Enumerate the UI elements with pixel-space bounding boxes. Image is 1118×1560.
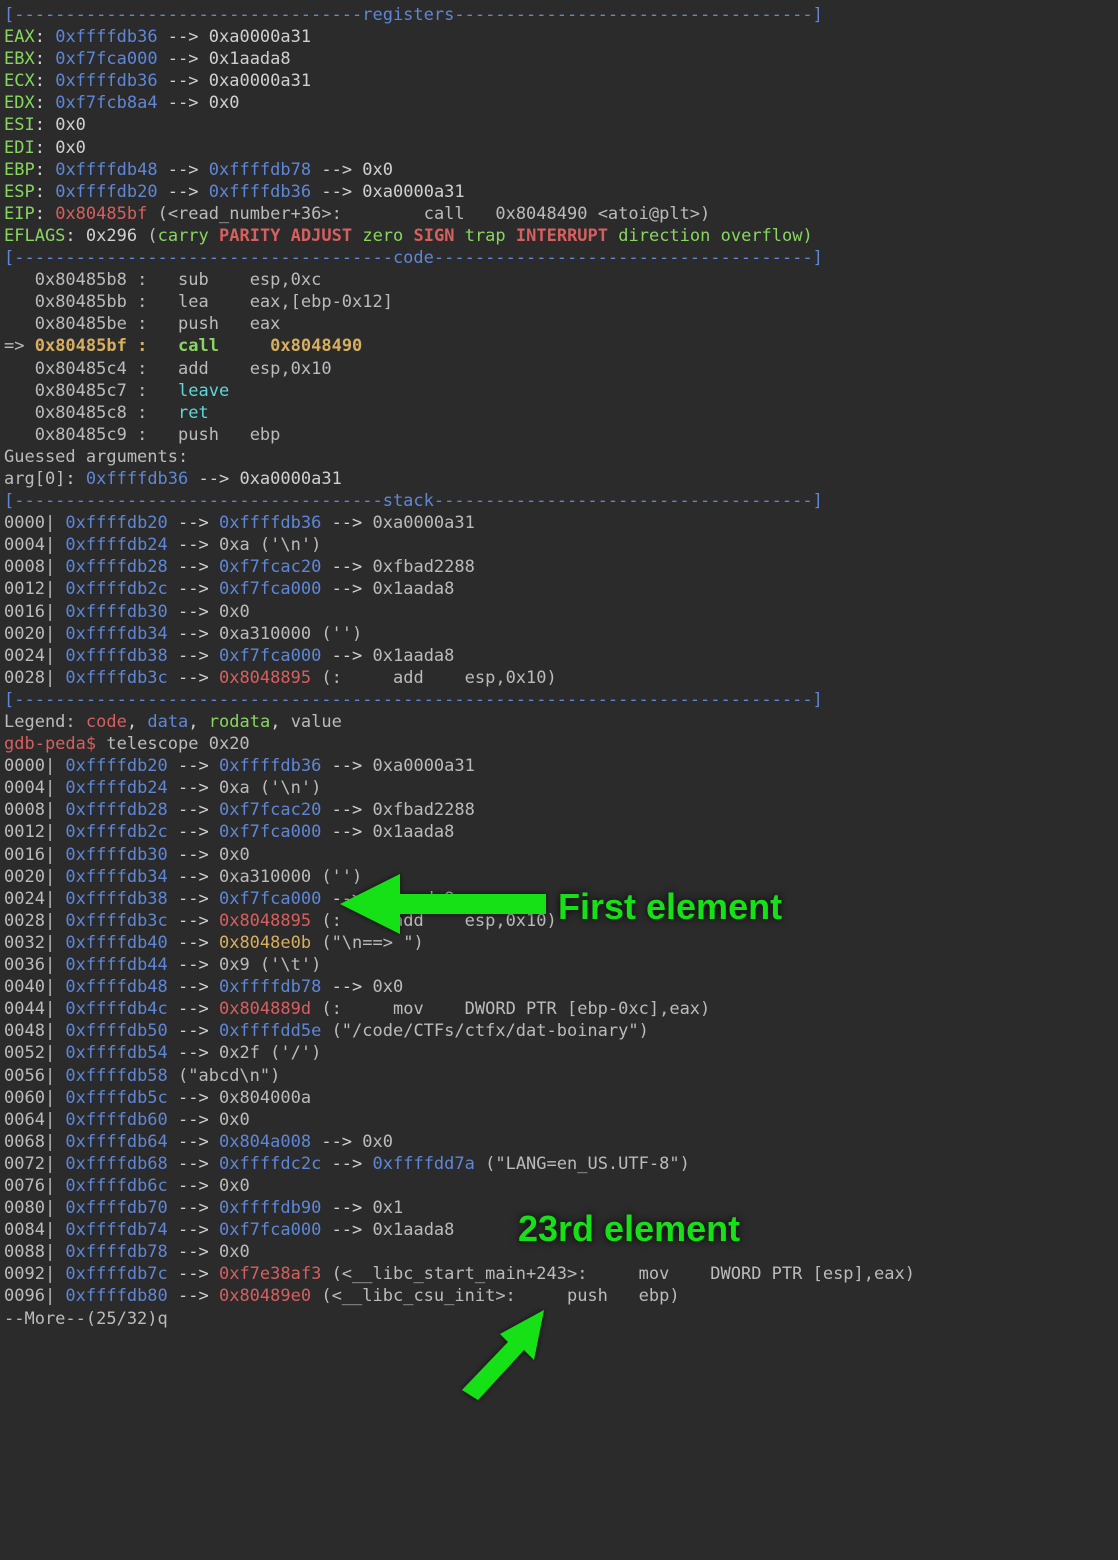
- stack-line: 0016| 0xffffdb30 --> 0x0: [4, 844, 1118, 866]
- label-first-element: First element: [558, 884, 782, 931]
- code-line: 0x80485c4 : add esp,0x10: [4, 358, 1118, 380]
- code-line: 0x80485c9 : push ebp: [4, 424, 1118, 446]
- stack-line: 0012| 0xffffdb2c --> 0xf7fca000 --> 0x1a…: [4, 821, 1118, 843]
- stack-line: 0036| 0xffffdb44 --> 0x9 ('\t'): [4, 954, 1118, 976]
- section-header-stack: [------------------------------------sta…: [4, 490, 1118, 512]
- code-line: => 0x80485bf : call 0x8048490: [4, 335, 1118, 357]
- stack-line: 0064| 0xffffdb60 --> 0x0: [4, 1109, 1118, 1131]
- label-23rd-element: 23rd element: [518, 1206, 740, 1253]
- code-line: 0x80485c7 : leave: [4, 380, 1118, 402]
- code-line: 0x80485b8 : sub esp,0xc: [4, 269, 1118, 291]
- stack-line: 0008| 0xffffdb28 --> 0xf7fcac20 --> 0xfb…: [4, 556, 1118, 578]
- stack-line: 0024| 0xffffdb38 --> 0xf7fca000 --> 0x1a…: [4, 645, 1118, 667]
- section-header-registers: [----------------------------------regis…: [4, 4, 1118, 26]
- stack-line: 0048| 0xffffdb50 --> 0xffffdd5e ("/code/…: [4, 1020, 1118, 1042]
- reg-ebx: EBX: 0xf7fca000 --> 0x1aada8: [4, 48, 1118, 70]
- reg-edx: EDX: 0xf7fcb8a4 --> 0x0: [4, 92, 1118, 114]
- legend-line: Legend: code, data, rodata, value: [4, 711, 1118, 733]
- more-pager[interactable]: --More--(25/32)q: [4, 1308, 1118, 1330]
- stack-line: 0000| 0xffffdb20 --> 0xffffdb36 --> 0xa0…: [4, 512, 1118, 534]
- gdb-prompt[interactable]: gdb-peda$ telescope 0x20: [4, 733, 1118, 755]
- stack-line: 0032| 0xffffdb40 --> 0x8048e0b ("\n==> "…: [4, 932, 1118, 954]
- stack-line: 0008| 0xffffdb28 --> 0xf7fcac20 --> 0xfb…: [4, 799, 1118, 821]
- reg-edi: EDI: 0x0: [4, 137, 1118, 159]
- code-line: 0x80485be : push eax: [4, 313, 1118, 335]
- stack-line: 0020| 0xffffdb34 --> 0xa310000 (''): [4, 623, 1118, 645]
- code-line: 0x80485c8 : ret: [4, 402, 1118, 424]
- section-footer: [---------------------------------------…: [4, 689, 1118, 711]
- stack-line: 0004| 0xffffdb24 --> 0xa ('\n'): [4, 534, 1118, 556]
- code-line: 0x80485bb : lea eax,[ebp-0x12]: [4, 291, 1118, 313]
- stack-line: 0000| 0xffffdb20 --> 0xffffdb36 --> 0xa0…: [4, 755, 1118, 777]
- reg-ebp: EBP: 0xffffdb48 --> 0xffffdb78 --> 0x0: [4, 159, 1118, 181]
- reg-ecx: ECX: 0xffffdb36 --> 0xa0000a31: [4, 70, 1118, 92]
- stack-line: 0092| 0xffffdb7c --> 0xf7e38af3 (<__libc…: [4, 1263, 1118, 1285]
- stack-line: 0056| 0xffffdb58 ("abcd\n"): [4, 1065, 1118, 1087]
- stack-line: 0016| 0xffffdb30 --> 0x0: [4, 601, 1118, 623]
- section-header-code: [-------------------------------------co…: [4, 247, 1118, 269]
- reg-eax: EAX: 0xffffdb36 --> 0xa0000a31: [4, 26, 1118, 48]
- stack-line: 0060| 0xffffdb5c --> 0x804000a: [4, 1087, 1118, 1109]
- reg-eip: EIP: 0x80485bf (<read_number+36>: call 0…: [4, 203, 1118, 225]
- stack-line: 0068| 0xffffdb64 --> 0x804a008 --> 0x0: [4, 1131, 1118, 1153]
- reg-esp: ESP: 0xffffdb20 --> 0xffffdb36 --> 0xa00…: [4, 181, 1118, 203]
- stack-line: 0044| 0xffffdb4c --> 0x804889d (: mov DW…: [4, 998, 1118, 1020]
- stack-line: 0012| 0xffffdb2c --> 0xf7fca000 --> 0x1a…: [4, 578, 1118, 600]
- stack-line: 0076| 0xffffdb6c --> 0x0: [4, 1175, 1118, 1197]
- stack-line: 0096| 0xffffdb80 --> 0x80489e0 (<__libc_…: [4, 1285, 1118, 1307]
- stack-line: 0072| 0xffffdb68 --> 0xffffdc2c --> 0xff…: [4, 1153, 1118, 1175]
- stack-line: 0028| 0xffffdb3c --> 0x8048895 (: add es…: [4, 667, 1118, 689]
- stack-line: 0052| 0xffffdb54 --> 0x2f ('/'): [4, 1042, 1118, 1064]
- reg-esi: ESI: 0x0: [4, 114, 1118, 136]
- reg-eflags: EFLAGS: 0x296 (carry PARITY ADJUST zero …: [4, 225, 1118, 247]
- guessed-args-label: Guessed arguments:: [4, 446, 1118, 468]
- stack-line: 0040| 0xffffdb48 --> 0xffffdb78 --> 0x0: [4, 976, 1118, 998]
- stack-line: 0004| 0xffffdb24 --> 0xa ('\n'): [4, 777, 1118, 799]
- guessed-arg-0: arg[0]: 0xffffdb36 --> 0xa0000a31: [4, 468, 1118, 490]
